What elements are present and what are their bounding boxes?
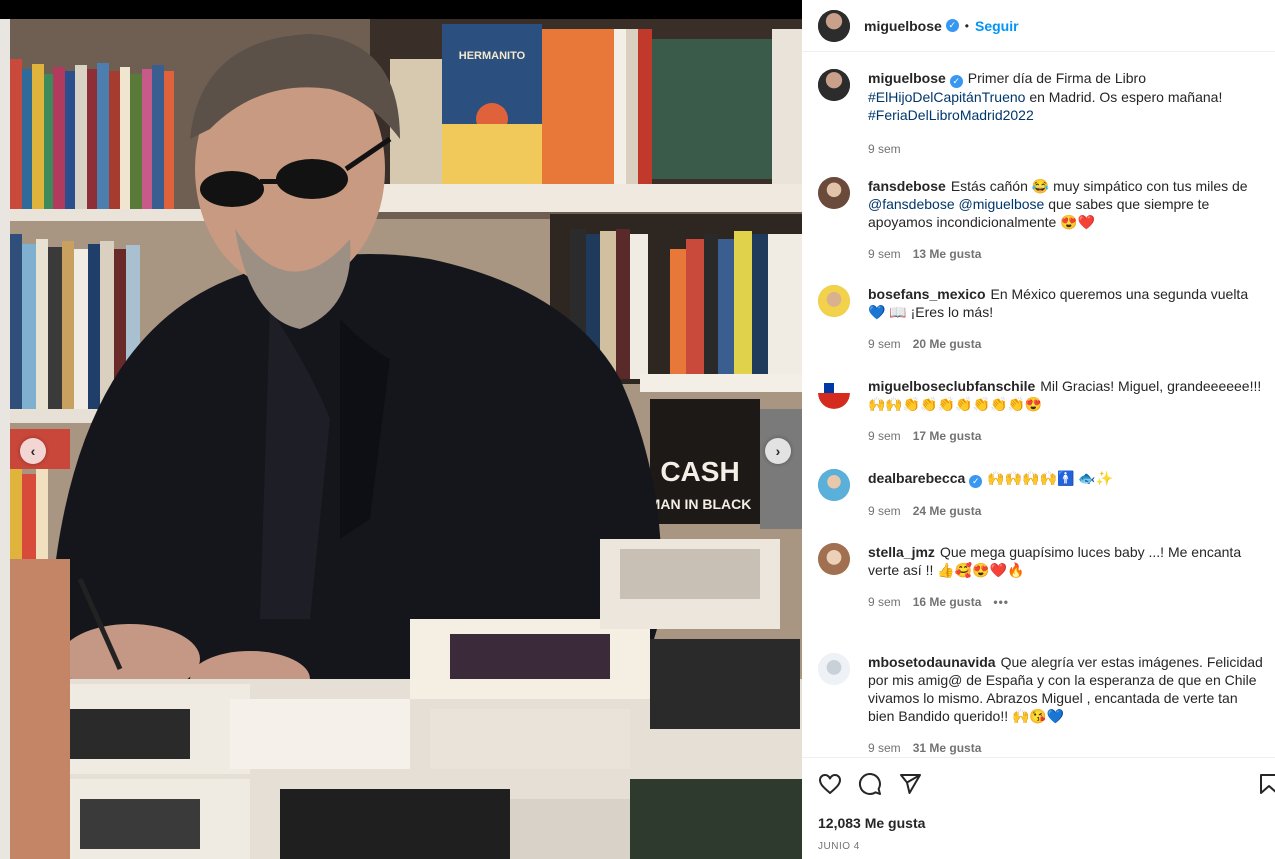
heart-icon[interactable] [818, 772, 842, 796]
commenter-avatar[interactable] [818, 543, 850, 575]
comment-likes[interactable]: 20 Me gusta [913, 335, 982, 353]
caption-hashtag[interactable]: #ElHijoDelCapitánTrueno [868, 89, 1025, 105]
comment-username[interactable]: stella_jmz [868, 544, 935, 560]
comment-likes[interactable]: 13 Me gusta [913, 245, 982, 263]
post-actions-footer: 12,083 Me gusta JUNIO 4 [802, 757, 1275, 859]
post-caption: miguelbose ✓ Primer día de Firma de Libro … [818, 69, 1263, 158]
verified-icon: ✓ [969, 475, 983, 488]
comment-item: bosefans_mexico En México queremos una se… [818, 285, 1263, 353]
comment-username[interactable]: miguelboseclubfanschile [868, 378, 1035, 394]
comment-time: 9 sem [868, 429, 901, 443]
comment-username[interactable]: bosefans_mexico [868, 286, 986, 302]
comment-options-button[interactable]: ••• [993, 593, 1009, 611]
commenter-avatar[interactable] [818, 469, 850, 501]
comment-item: dealbarebecca ✓ 🙌🙌🙌🙌🚹 🐟✨ 9 sem 24 Me gusta [818, 469, 1263, 520]
comment-likes[interactable]: 31 Me gusta [913, 739, 982, 757]
verified-icon: ✓ [945, 19, 959, 32]
author-avatar[interactable] [818, 9, 850, 42]
header-separator: • [964, 18, 969, 33]
comment-mention[interactable]: @fansdebose [868, 196, 955, 212]
post-photo: HERMANITO CASH MAN IN BLACK [10, 19, 802, 859]
comment-username[interactable]: dealbarebecca [868, 470, 965, 486]
likes-count[interactable]: 12,083 Me gusta [818, 815, 925, 831]
carousel-prev-button[interactable]: ‹ [20, 438, 46, 464]
comment-time: 9 sem [868, 741, 901, 755]
comment-time: 9 sem [868, 337, 901, 351]
comment-mention[interactable]: @miguelbose [959, 196, 1045, 212]
comment-time: 9 sem [868, 504, 901, 518]
bookmark-icon[interactable] [1257, 772, 1275, 796]
comment-item: fansdebose Estás cañón 😂 muy simpático co… [818, 177, 1263, 263]
comment-item: miguelboseclubfanschile Mil Gracias! Migu… [818, 377, 1263, 445]
follow-button[interactable]: Seguir [975, 18, 1019, 34]
chevron-left-icon: ‹ [30, 443, 36, 459]
carousel-next-button[interactable]: › [765, 438, 791, 464]
comment-username[interactable]: fansdebose [868, 178, 946, 194]
post-side-panel: miguelbose ✓ • Seguir miguelbose ✓ Primer … [802, 0, 1275, 859]
commenter-avatar[interactable] [818, 377, 850, 409]
share-icon[interactable] [898, 772, 922, 796]
commenter-avatar[interactable] [818, 285, 850, 317]
author-username[interactable]: miguelbose [864, 18, 942, 34]
book-title-man-in-black: MAN IN BLACK [649, 496, 752, 512]
comment-likes[interactable]: 17 Me gusta [913, 427, 982, 445]
author-avatar[interactable] [818, 69, 850, 101]
post-media[interactable]: HERMANITO CASH MAN IN BLACK ‹ › [0, 0, 802, 859]
caption-text: Primer día de Firma de Libro [967, 70, 1146, 86]
photo-illustration: HERMANITO CASH MAN IN BLACK [10, 19, 802, 859]
commenter-avatar[interactable] [818, 653, 850, 685]
comment-text: 🙌🙌🙌🙌🚹 🐟✨ [987, 470, 1114, 486]
book-title-hermanito: HERMANITO [459, 50, 526, 62]
chevron-right-icon: › [775, 443, 781, 459]
comment-text: Estás cañón 😂 muy simpático con tus mile… [950, 178, 1248, 194]
comments-list[interactable]: miguelbose ✓ Primer día de Firma de Libro … [802, 53, 1275, 757]
comment-item: mbosetodaunavida Que alegría ver estas im… [818, 653, 1263, 757]
comment-time: 9 sem [868, 595, 901, 609]
comment-likes[interactable]: 24 Me gusta [913, 502, 982, 520]
caption-time: 9 sem [868, 142, 901, 156]
comment-icon[interactable] [858, 772, 882, 796]
comment-likes[interactable]: 16 Me gusta [913, 593, 982, 611]
book-title-cash: CASH [660, 456, 739, 487]
caption-username[interactable]: miguelbose [868, 70, 946, 86]
media-top-bar [0, 0, 802, 19]
media-left-edge [0, 19, 10, 859]
comment-item: stella_jmz Que mega guapísimo luces baby … [818, 543, 1263, 611]
verified-icon: ✓ [949, 75, 963, 88]
action-bar [818, 772, 922, 796]
commenter-avatar[interactable] [818, 177, 850, 209]
caption-hashtag[interactable]: #FeriaDelLibroMadrid2022 [868, 107, 1034, 123]
caption-text-2: en Madrid. Os espero mañana! [1025, 89, 1223, 105]
comment-time: 9 sem [868, 247, 901, 261]
post-header: miguelbose ✓ • Seguir [802, 0, 1275, 52]
comment-username[interactable]: mbosetodaunavida [868, 654, 996, 670]
post-date: JUNIO 4 [818, 841, 860, 852]
